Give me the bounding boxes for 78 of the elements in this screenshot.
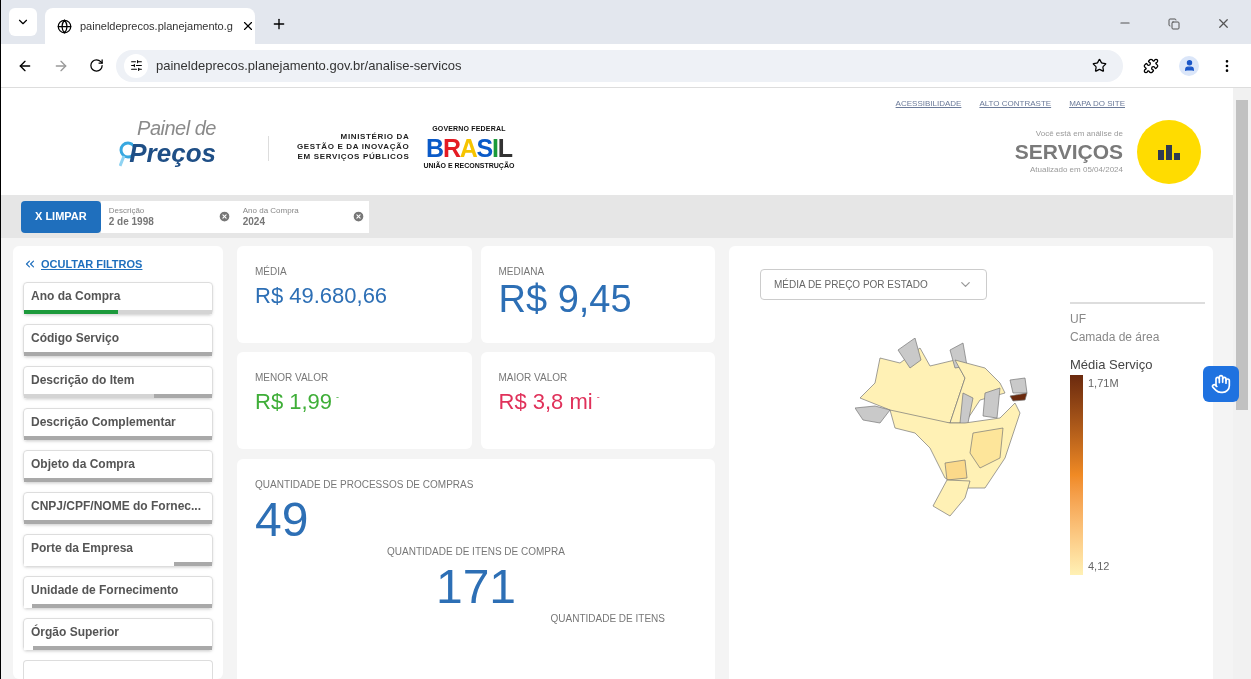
kpi-value: R$ 49.680,66 — [255, 282, 388, 310]
kpi-value: R$ 1,99 — [255, 388, 333, 416]
filter-label: Ano da Compra — [30, 288, 122, 305]
kpi-label: MÉDIA — [255, 264, 288, 279]
clear-button[interactable]: X LIMPAR — [21, 200, 101, 233]
selection-label: Descrição — [108, 205, 146, 216]
kpi-value: R$ 9,45 — [498, 279, 632, 319]
scrollbar[interactable] — [1233, 88, 1251, 679]
filter-label: Descrição Complementar — [30, 414, 177, 432]
filter-item[interactable]: Descrição Complementar — [23, 407, 213, 441]
filter-label: Porte da Empresa — [30, 540, 135, 558]
kpi-label: MENOR VALOR — [255, 371, 330, 385]
close-icon[interactable] — [1216, 16, 1231, 31]
ministry-logo: MINISTÉRIO DA GESTÃO E DA INOVAÇÃO EM SERVIÇOS PÚBLICOS — [297, 132, 410, 162]
quantity-value: 171 — [435, 559, 517, 615]
scale-min: 4,12 — [1088, 559, 1111, 574]
filter-item[interactable]: CNPJ/CPF/NOME do Fornec... — [23, 491, 213, 525]
selection-label: Ano da Compra — [242, 205, 300, 216]
address-bar[interactable]: paineldeprecos.planejamento.gov.br/analise-servicos — [116, 49, 1123, 82]
quantity-label: QUANTIDADE DE ITENS — [550, 612, 665, 626]
filter-label: Objeto da Compra — [30, 456, 136, 474]
filter-item[interactable]: Órgão Superior — [23, 617, 213, 651]
trend-mark: - — [596, 391, 600, 404]
person-icon — [1182, 59, 1196, 72]
extensions-icon[interactable] — [1143, 57, 1159, 74]
selection-value: 2 de 1998 — [108, 215, 155, 228]
hide-filters-link[interactable]: OCULTAR FILTROS — [23, 256, 213, 273]
logo-title: Preços — [129, 139, 216, 167]
remove-icon[interactable] — [217, 210, 231, 223]
legend-measure: Média Serviço — [1070, 356, 1154, 374]
brasil-logo: BRASIL — [426, 134, 512, 161]
kpi-label: MAIOR VALOR — [498, 371, 569, 385]
site-info-icon[interactable] — [129, 59, 143, 72]
profile-avatar[interactable] — [1179, 55, 1199, 76]
legend-title: UF — [1070, 311, 1087, 328]
update-date: Atualizado em 05/04/2024 — [1030, 164, 1123, 176]
legend-layer: Camada de área — [1070, 329, 1161, 346]
filter-label: Código Serviço — [30, 330, 120, 347]
quantity-label: QUANTIDADE DE PROCESSOS DE COMPRAS — [255, 478, 474, 492]
selection-chip[interactable]: Descrição 2 de 1998 — [100, 200, 235, 233]
trend-mark: - — [336, 391, 340, 404]
selection-value: 2024 — [242, 215, 266, 228]
selection-chip[interactable]: Ano da Compra 2024 — [234, 200, 369, 233]
new-tab-icon[interactable] — [271, 16, 287, 32]
logo-subtitle: Painel de — [137, 118, 216, 138]
url-text: paineldeprecos.planejamento.gov.br/analise-servicos — [156, 56, 463, 75]
restore-icon[interactable] — [1168, 18, 1180, 30]
quantity-value: 49 — [255, 492, 309, 548]
kpi-value: R$ 3,8 mi — [498, 388, 593, 416]
context-title: SERVIÇOS — [1014, 140, 1123, 164]
filter-item[interactable]: Objeto da Compra — [23, 449, 213, 483]
scrollbar-thumb[interactable] — [1236, 100, 1248, 410]
hand-icon — [1211, 374, 1231, 394]
reload-icon[interactable] — [89, 58, 104, 73]
globe-icon — [57, 18, 72, 34]
header-link[interactable]: ALTO CONTRASTE — [979, 98, 1052, 110]
filter-item[interactable]: Ano da Compra — [23, 281, 213, 315]
header-link[interactable]: ACESSIBILIDADE — [895, 98, 962, 110]
sign-language-button[interactable] — [1203, 366, 1239, 402]
filter-label: CNPJ/CPF/NOME do Fornec... — [30, 498, 202, 516]
bar-chart-icon — [1158, 144, 1180, 160]
context-label: Você está em análise de — [1035, 128, 1123, 140]
filter-item[interactable]: Porte da Empresa — [23, 533, 213, 567]
header-link[interactable]: MAPA DO SITE — [1069, 98, 1125, 110]
scale-max: 1,71M — [1088, 375, 1119, 391]
kpi-label: MEDIANA — [498, 265, 546, 279]
map-measure-dropdown[interactable]: MÉDIA DE PREÇO POR ESTADO — [760, 269, 987, 300]
filter-item[interactable]: Unidade de Fornecimento — [23, 575, 213, 609]
remove-icon[interactable] — [351, 210, 365, 223]
browser-tab[interactable]: paineldeprecos.planejamento.g — [45, 8, 255, 44]
filter-label: Descrição do Item — [30, 372, 136, 390]
tab-title: paineldeprecos.planejamento.g — [80, 18, 233, 34]
filter-item[interactable]: Código Serviço — [23, 323, 213, 357]
quantity-label: QUANTIDADE DE ITENS DE COMPRA — [387, 545, 565, 559]
filter-label: Órgão Superior — [30, 623, 120, 642]
filter-item[interactable]: Descrição do Item — [23, 365, 213, 399]
filter-label: Unidade de Fornecimento — [30, 582, 180, 600]
bookmark-star-icon[interactable] — [1092, 58, 1107, 73]
